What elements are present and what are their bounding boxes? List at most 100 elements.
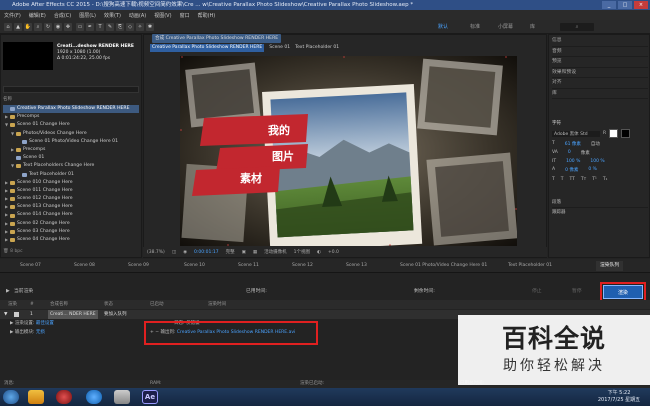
twirl-icon[interactable]: ▼: [11, 162, 15, 170]
menu-effect[interactable]: 效果(T): [104, 12, 121, 19]
current-render-toggle[interactable]: ▶: [6, 287, 10, 297]
search-help-field[interactable]: ⌕: [560, 23, 594, 31]
composition-canvas[interactable]: 我的 图片 素材: [180, 56, 517, 246]
panel-info[interactable]: 信息: [552, 36, 648, 47]
panel-preview[interactable]: 预览: [552, 57, 648, 68]
region-of-interest-icon[interactable]: ▣: [242, 250, 246, 255]
pen-tool-icon[interactable]: ✒: [86, 23, 94, 31]
panel-audio[interactable]: 音频: [552, 47, 648, 57]
workspace-library[interactable]: 库: [530, 22, 535, 32]
menu-composition[interactable]: 合成(C): [54, 12, 71, 19]
panel-tracker[interactable]: 跟踪器: [552, 208, 648, 218]
tab-scene-13[interactable]: Scene 13: [346, 263, 367, 268]
panel-align[interactable]: 对齐: [552, 78, 648, 89]
twirl-icon[interactable]: ▶: [5, 179, 9, 187]
file-explorer-icon[interactable]: [28, 390, 44, 404]
maximize-button[interactable]: □: [618, 1, 632, 9]
vertical-scale-value[interactable]: 100 %: [566, 159, 580, 164]
project-item[interactable]: ▶ Precomps: [3, 113, 139, 121]
clone-stamp-tool-icon[interactable]: ⎘: [116, 23, 124, 31]
image-viewer-icon[interactable]: [114, 390, 130, 404]
tab-scene-08[interactable]: Scene 08: [74, 263, 95, 268]
project-column-name[interactable]: 名称: [3, 96, 139, 103]
render-settings-dropdown[interactable]: 最佳设置: [36, 321, 54, 326]
project-item[interactable]: ▶ Scene 04 Change Here: [3, 236, 139, 244]
after-effects-icon[interactable]: Ae: [142, 390, 158, 404]
trash-icon[interactable]: 🗑: [3, 249, 9, 254]
breadcrumb-main-comp[interactable]: Creative Parallax Photo Slideshow RENDER…: [150, 44, 265, 52]
project-item[interactable]: Scene 01: [3, 154, 139, 162]
zoom-tool-icon[interactable]: ⌕: [34, 23, 42, 31]
workspace-small-screen[interactable]: 小屏幕: [498, 22, 513, 32]
menu-help[interactable]: 帮助(H): [198, 12, 216, 19]
fast-previews-icon[interactable]: ◐: [317, 250, 321, 255]
font-style-dropdown[interactable]: R: [603, 131, 606, 136]
tab-text-placeholder[interactable]: Text Placeholder 01: [508, 263, 552, 268]
project-item[interactable]: ▶ Scene 014 Change Here: [3, 211, 139, 219]
pan-behind-tool-icon[interactable]: ✥: [64, 23, 72, 31]
twirl-icon[interactable]: ▼: [5, 121, 9, 129]
small-caps-button[interactable]: Tт: [581, 177, 586, 182]
hand-tool-icon[interactable]: ✋: [24, 23, 32, 31]
breadcrumb-text-placeholder[interactable]: Text Placeholder 01: [295, 44, 339, 52]
leading-value[interactable]: 自动: [591, 141, 600, 147]
output-module-toggle[interactable]: ▶: [10, 330, 13, 335]
twirl-icon[interactable]: ▶: [5, 187, 9, 195]
twirl-icon[interactable]: ▼: [11, 130, 15, 138]
project-item[interactable]: ▶ Scene 013 Change Here: [3, 203, 139, 211]
minimize-button[interactable]: _: [602, 1, 616, 9]
horizontal-scale-value[interactable]: 100 %: [590, 159, 604, 164]
rectangle-tool-icon[interactable]: ▭: [76, 23, 84, 31]
tab-scene-09[interactable]: Scene 09: [128, 263, 149, 268]
panel-effects-presets[interactable]: 效果和预设: [552, 68, 648, 78]
transparency-grid-icon[interactable]: ▦: [253, 250, 257, 255]
roto-brush-tool-icon[interactable]: ✧: [136, 23, 144, 31]
col-status[interactable]: 状态: [104, 300, 113, 309]
type-tool-icon[interactable]: T: [96, 23, 104, 31]
selection-tool-icon[interactable]: ▲: [14, 23, 22, 31]
col-index[interactable]: #: [30, 300, 34, 309]
twirl-icon[interactable]: ▶: [5, 228, 9, 236]
clock-date[interactable]: 2017/7/25 星期五: [590, 397, 648, 404]
faux-italic-button[interactable]: T: [561, 177, 564, 182]
project-item[interactable]: ▶ Scene 03 Change Here: [3, 228, 139, 236]
project-search-input[interactable]: [3, 86, 139, 93]
twirl-icon[interactable]: ▶: [5, 195, 9, 203]
pause-button[interactable]: 暂停: [572, 287, 582, 297]
clock-time[interactable]: 下午 5:22: [590, 390, 648, 397]
eraser-tool-icon[interactable]: ◇: [126, 23, 134, 31]
home-icon[interactable]: ⌂: [4, 23, 12, 31]
render-settings-toggle[interactable]: ▶: [10, 321, 13, 326]
output-module-dropdown[interactable]: 无损: [36, 330, 45, 335]
menu-file[interactable]: 文件(F): [4, 12, 21, 19]
views-dropdown[interactable]: 1个视图: [294, 249, 310, 255]
twirl-icon[interactable]: ▶: [5, 236, 9, 244]
stroke-width-value[interactable]: 像素: [581, 150, 590, 156]
col-render-time[interactable]: 渲染时间: [208, 300, 226, 309]
panel-libraries[interactable]: 库: [552, 89, 648, 99]
twirl-icon[interactable]: ▶: [11, 146, 15, 154]
col-started[interactable]: 已启动: [150, 300, 164, 309]
tab-scene-12[interactable]: Scene 12: [292, 263, 313, 268]
project-item[interactable]: ▶ Precomps: [3, 146, 139, 154]
col-render[interactable]: 渲染: [8, 300, 17, 309]
workspace-default[interactable]: 默认: [438, 22, 448, 32]
camera-tool-icon[interactable]: ◉: [54, 23, 62, 31]
tab-render-queue[interactable]: 渲染队列: [596, 261, 624, 271]
item-expand-icon[interactable]: ▼: [4, 310, 7, 319]
stop-button[interactable]: 停止: [532, 287, 542, 297]
menu-edit[interactable]: 编辑(E): [29, 12, 46, 19]
project-item[interactable]: ▶ Scene 02 Change Here: [3, 220, 139, 228]
twirl-icon[interactable]: ▶: [5, 203, 9, 211]
superscript-button[interactable]: T¹: [592, 177, 597, 182]
exposure-value[interactable]: +0.0: [328, 250, 339, 255]
panel-paragraph[interactable]: 段落: [552, 198, 648, 208]
item-render-checkbox[interactable]: [14, 312, 19, 317]
rotate-tool-icon[interactable]: ↻: [44, 23, 52, 31]
close-button[interactable]: ×: [634, 1, 648, 9]
resolution-dropdown[interactable]: 完整: [226, 249, 235, 255]
browser-icon[interactable]: [86, 390, 102, 404]
subscript-button[interactable]: T₁: [603, 177, 608, 182]
tab-scene-11[interactable]: Scene 11: [238, 263, 259, 268]
twirl-icon[interactable]: ▶: [5, 211, 9, 219]
